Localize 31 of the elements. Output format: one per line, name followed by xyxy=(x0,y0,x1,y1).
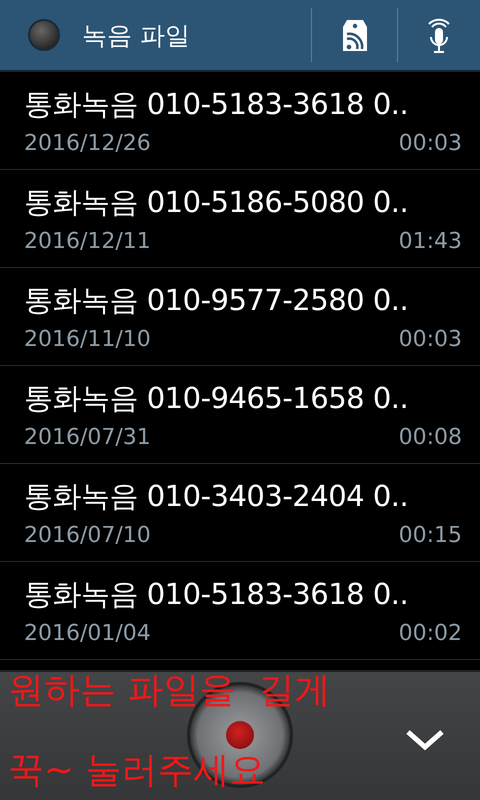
recording-item[interactable]: 통화녹음 010-5186-5080 0.. 2016/12/11 01:43 xyxy=(0,170,480,268)
recording-item[interactable]: 통화녹음 010-3403-2404 0.. 2016/07/10 00:15 xyxy=(0,464,480,562)
recording-name: 통화녹음 010-5186-5080 0.. xyxy=(24,184,408,221)
recording-name: 통화녹음 010-5183-3618 0.. xyxy=(24,86,408,123)
recording-duration: 00:03 xyxy=(398,327,462,352)
chevron-down-icon[interactable] xyxy=(405,728,445,752)
recording-item[interactable]: 통화녹음 010-9465-1658 0.. 2016/07/31 00:08 xyxy=(0,366,480,464)
recording-date: 2016/11/10 xyxy=(24,327,151,352)
recording-name: 통화녹음 010-3403-2404 0.. xyxy=(24,478,408,515)
recording-name: 통화녹음 010-9465-1658 0.. xyxy=(24,380,408,417)
recording-item[interactable]: 통화녹음 010-5183-3618 0.. 2016/01/04 00:02 xyxy=(0,562,480,660)
recording-item[interactable]: 통화녹음 010-5183-3618 0.. 2016/12/26 00:03 xyxy=(0,72,480,170)
recording-duration: 00:15 xyxy=(398,523,462,548)
annotation-text: 꾹~ 눌러주세요 xyxy=(8,752,266,790)
recording-duration: 00:02 xyxy=(398,621,462,646)
recording-duration: 01:43 xyxy=(398,229,462,254)
recording-item[interactable]: 통화녹음 010-9577-2580 0.. 2016/11/10 00:03 xyxy=(0,268,480,366)
recording-date: 2016/07/10 xyxy=(24,523,151,548)
tag-signal-icon xyxy=(342,18,368,52)
recording-date: 2016/12/11 xyxy=(24,229,151,254)
recording-date: 2016/07/31 xyxy=(24,425,151,450)
recording-name: 통화녹음 010-9577-2580 0.. xyxy=(24,282,408,319)
recording-date: 2016/01/04 xyxy=(24,621,151,646)
recording-name: 통화녹음 010-5183-3618 0.. xyxy=(24,576,408,613)
status-dot-icon xyxy=(28,19,60,51)
recording-duration: 00:08 xyxy=(398,425,462,450)
annotation-text: 원하는 파일을 길게 xyxy=(8,672,330,710)
recording-duration: 00:03 xyxy=(398,131,462,156)
record-icon xyxy=(226,721,254,749)
header-title: 녹음 파일 xyxy=(82,20,190,52)
recording-date: 2016/12/26 xyxy=(24,131,151,156)
